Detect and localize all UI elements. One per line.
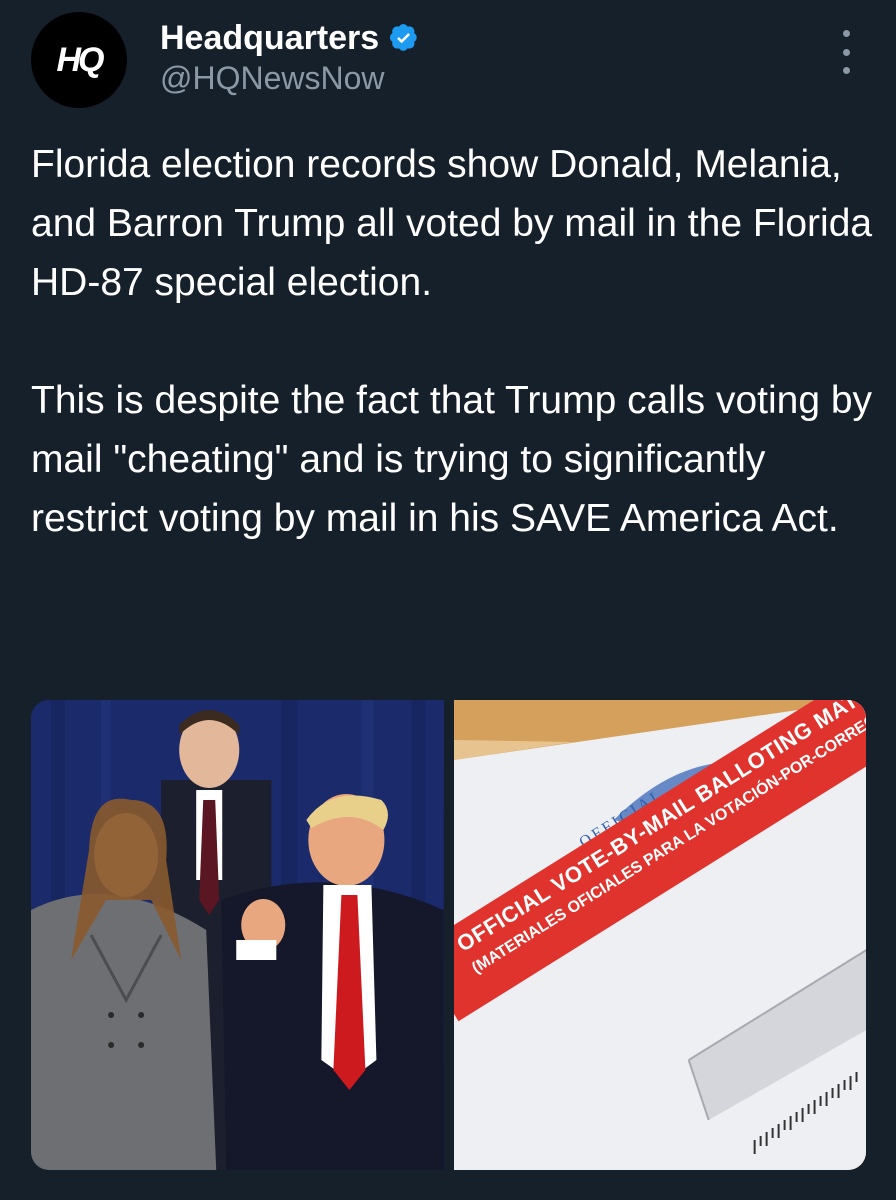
author-name-row: Headquarters <box>160 16 419 60</box>
avatar[interactable]: HQ <box>31 12 127 108</box>
more-options-icon[interactable] <box>836 30 856 74</box>
avatar-logo: HQ <box>56 40 105 79</box>
photo-trump-family[interactable] <box>31 700 444 1170</box>
verified-badge-icon <box>389 23 419 53</box>
tweet-text: Florida election records show Donald, Me… <box>31 135 876 548</box>
author-handle[interactable]: @HQNewsNow <box>160 60 385 97</box>
photo-ballot-envelope[interactable]: OFFICIAL ELECTION MAIL OFFICIAL VOTE-BY-… <box>453 700 866 1170</box>
media-gallery: OFFICIAL ELECTION MAIL OFFICIAL VOTE-BY-… <box>31 700 866 1170</box>
tweet-paragraph-1: Florida election records show Donald, Me… <box>31 143 873 304</box>
display-name[interactable]: Headquarters <box>160 19 379 58</box>
tweet-paragraph-2: This is despite the fact that Trump call… <box>31 379 873 540</box>
